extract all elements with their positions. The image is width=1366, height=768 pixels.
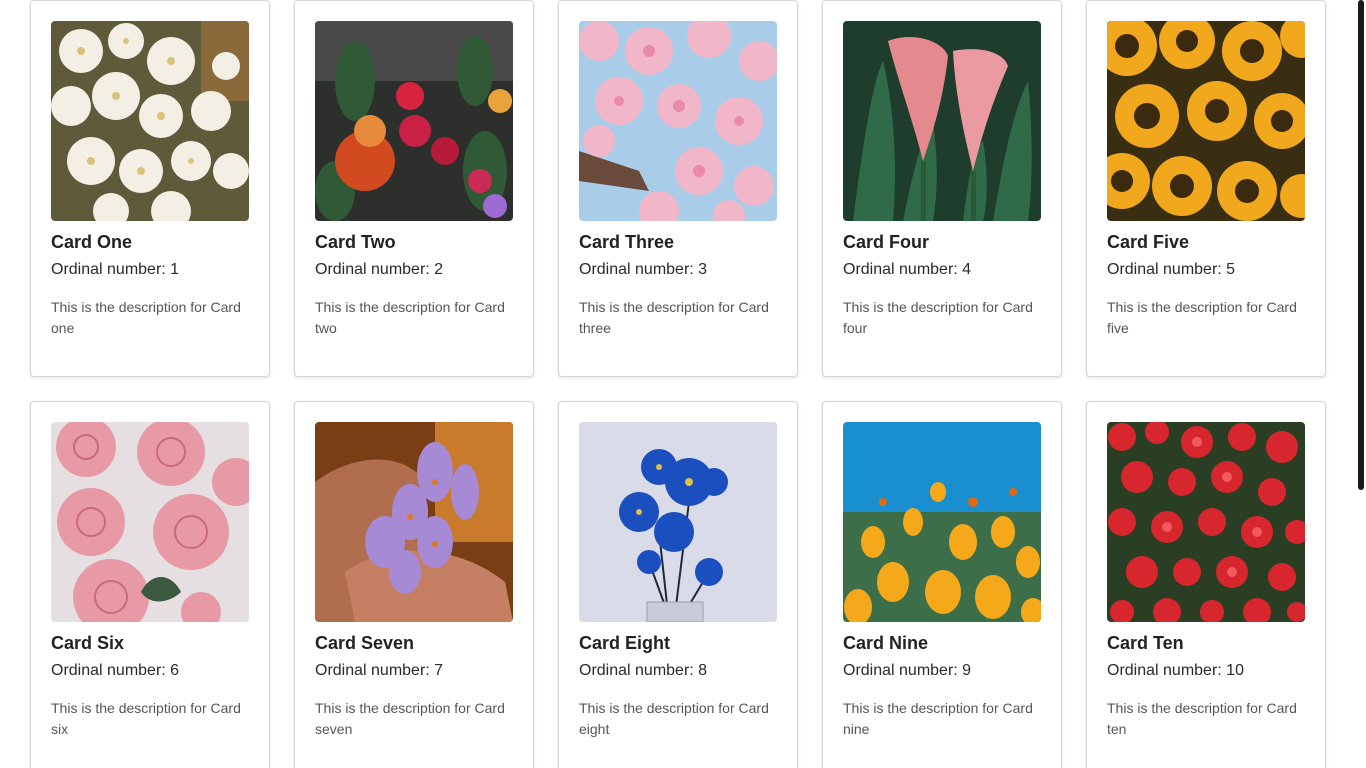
card-title: Card Seven — [315, 633, 415, 653]
card-description: This is the description for Card four — [843, 299, 1033, 336]
yellow-poppies-image — [843, 422, 1041, 622]
card-grid: Card One Ordinal number: 1 This is the d… — [30, 0, 1326, 768]
card-gallery-page: Card One Ordinal number: 1 This is the d… — [0, 0, 1366, 768]
card-ordinal: Ordinal number: 6 — [51, 662, 180, 679]
crocus-in-hand-image — [315, 422, 513, 622]
card-title: Card Five — [1107, 232, 1190, 252]
card[interactable]: Card Five Ordinal number: 5 This is the … — [1086, 0, 1326, 377]
card[interactable]: Card Seven Ordinal number: 7 This is the… — [294, 401, 534, 768]
card-description: This is the description for Card nine — [843, 700, 1033, 737]
card-description: This is the description for Card seven — [315, 700, 505, 737]
pink-roses-image — [51, 422, 249, 622]
blue-daisies-vase-image — [579, 422, 777, 622]
card-title: Card Three — [579, 232, 675, 252]
card-description: This is the description for Card three — [579, 299, 769, 336]
card-ordinal: Ordinal number: 2 — [315, 261, 444, 278]
scrollbar-thumb[interactable] — [1358, 0, 1364, 490]
card-ordinal: Ordinal number: 7 — [315, 662, 444, 679]
card[interactable]: Card Six Ordinal number: 6 This is the d… — [30, 401, 270, 768]
card-title: Card Six — [51, 633, 125, 653]
card-description: This is the description for Card six — [51, 700, 241, 737]
card-title: Card Eight — [579, 633, 671, 653]
card-title: Card Two — [315, 232, 396, 252]
card-title: Card Ten — [1107, 633, 1184, 653]
card-title: Card One — [51, 232, 133, 252]
card-ordinal: Ordinal number: 10 — [1107, 662, 1244, 679]
card-ordinal: Ordinal number: 8 — [579, 662, 708, 679]
card-ordinal: Ordinal number: 1 — [51, 261, 180, 278]
card-title: Card Four — [843, 232, 930, 252]
mixed-bouquet-flowers-image — [315, 21, 513, 221]
card[interactable]: Card Three Ordinal number: 3 This is the… — [558, 0, 798, 377]
card-description: This is the description for Card eight — [579, 700, 769, 737]
card-ordinal: Ordinal number: 9 — [843, 662, 972, 679]
card[interactable]: Card Ten Ordinal number: 10 This is the … — [1086, 401, 1326, 768]
card-title: Card Nine — [843, 633, 929, 653]
card-description: This is the description for Card one — [51, 299, 241, 336]
card[interactable]: Card Four Ordinal number: 4 This is the … — [822, 0, 1062, 377]
calla-lily-image — [843, 21, 1041, 221]
card-ordinal: Ordinal number: 3 — [579, 261, 708, 278]
card[interactable]: Card Nine Ordinal number: 9 This is the … — [822, 401, 1062, 768]
card-description: This is the description for Card five — [1107, 299, 1297, 336]
card-description: This is the description for Card ten — [1107, 700, 1297, 737]
cherry-blossom-image — [579, 21, 777, 221]
card-ordinal: Ordinal number: 4 — [843, 261, 972, 278]
card[interactable]: Card Eight Ordinal number: 8 This is the… — [558, 401, 798, 768]
card[interactable]: Card Two Ordinal number: 2 This is the d… — [294, 0, 534, 377]
sunflowers-image — [1107, 21, 1305, 221]
card[interactable]: Card One Ordinal number: 1 This is the d… — [30, 0, 270, 377]
white-daisy-flowers-image — [51, 21, 249, 221]
card-ordinal: Ordinal number: 5 — [1107, 261, 1236, 278]
card-description: This is the description for Card two — [315, 299, 505, 336]
red-begonias-image — [1107, 422, 1305, 622]
vertical-scrollbar[interactable] — [1356, 0, 1366, 768]
